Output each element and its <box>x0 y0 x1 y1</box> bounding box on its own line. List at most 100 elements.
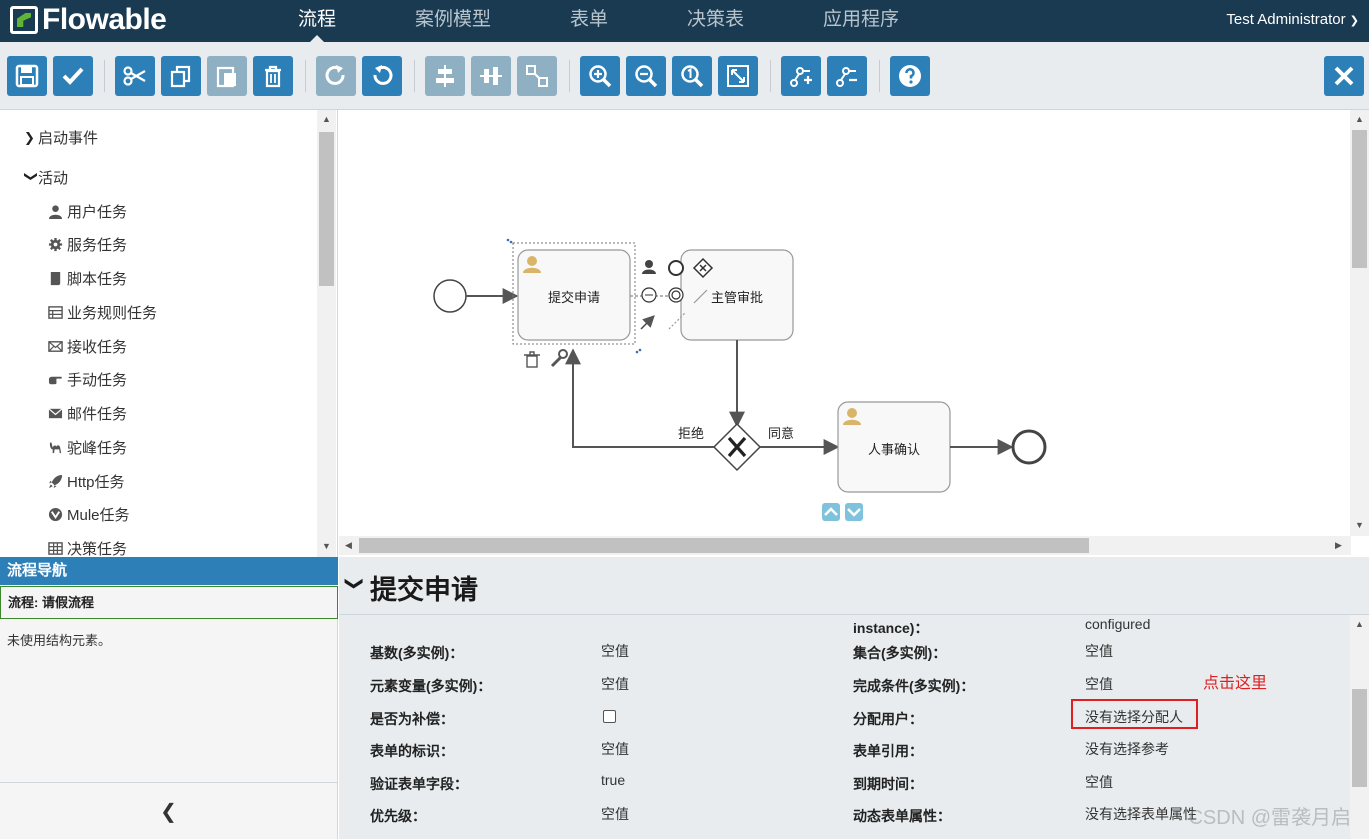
close-editor-button[interactable] <box>1324 56 1364 96</box>
nav-tab-case-model[interactable]: 案例模型 <box>415 0 491 42</box>
exclusive-gateway[interactable] <box>712 422 762 472</box>
property-label: 集合(多实例)： <box>853 645 947 661</box>
palette-item-receive-task[interactable]: 接收任务 <box>46 336 127 357</box>
palette-group-start-events[interactable]: ❯ 启动事件 <box>24 127 98 148</box>
palette-item-http-task[interactable]: Http任务 <box>46 471 125 492</box>
cut-button[interactable] <box>115 56 155 96</box>
compensation-checkbox[interactable] <box>603 710 616 723</box>
collapse-panel-button[interactable]: ❮ <box>0 782 338 839</box>
help-button[interactable] <box>890 56 930 96</box>
shape-palette: ❯ 启动事件 ❯ 活动 用户任务 服务任务 脚本任务 业务规则任务 接收任务 手… <box>0 110 338 557</box>
canvas-vertical-scrollbar[interactable]: ▲ ▼ <box>1350 110 1369 536</box>
scrollbar-thumb[interactable] <box>1352 689 1367 787</box>
task-hr-label: 人事确认 <box>867 442 920 457</box>
user-menu[interactable]: Test Administrator ❯ <box>1226 0 1359 42</box>
scroll-down-icon[interactable]: ▼ <box>1350 516 1369 534</box>
canvas-horizontal-scrollbar[interactable]: ◀ ▶ <box>339 536 1351 555</box>
nav-tab-process[interactable]: 流程 <box>298 0 336 42</box>
scrollbar-thumb[interactable] <box>319 132 334 286</box>
toolbar-divider <box>414 60 415 92</box>
zoom-in-button[interactable] <box>580 56 620 96</box>
undo-button[interactable] <box>362 56 402 96</box>
scroll-right-icon[interactable]: ▶ <box>1329 536 1348 554</box>
paste-button[interactable] <box>207 56 247 96</box>
chevron-down-icon[interactable]: ❯ <box>344 576 365 591</box>
property-value[interactable]: 空值 <box>601 804 629 824</box>
align-horizontal-button[interactable] <box>425 56 465 96</box>
property-value[interactable]: 空值 <box>1085 674 1113 694</box>
palette-item-mule-task[interactable]: Mule任务 <box>46 504 130 525</box>
property-value[interactable]: 空值 <box>1085 641 1113 661</box>
palette-item-user-task[interactable]: 用户任务 <box>46 201 127 222</box>
redo-button[interactable] <box>316 56 356 96</box>
add-user-task-icon[interactable] <box>642 260 656 274</box>
palette-group-activities[interactable]: ❯ 活动 <box>24 167 68 188</box>
property-value[interactable]: true <box>601 772 625 788</box>
scroll-up-icon[interactable]: ▲ <box>1350 110 1369 128</box>
zoom-fit-icon <box>727 65 749 87</box>
align-vertical-button[interactable] <box>471 56 511 96</box>
property-label: 动态表单属性： <box>853 808 951 824</box>
save-button[interactable] <box>7 56 47 96</box>
align-horizontal-icon <box>436 65 454 87</box>
palette-item-label: 接收任务 <box>67 339 128 356</box>
palette-item-script-task[interactable]: 脚本任务 <box>46 268 127 289</box>
click-here-annotation: 点击这里 <box>1203 675 1268 692</box>
scroll-up-icon[interactable]: ▲ <box>1350 615 1369 633</box>
nav-tab-decision-tables[interactable]: 决策表 <box>687 0 744 42</box>
add-end-event-icon[interactable] <box>668 260 684 276</box>
scroll-down-icon[interactable]: ▼ <box>317 537 336 555</box>
properties-scrollbar[interactable]: ▲ <box>1350 615 1369 839</box>
wrench-icon[interactable] <box>550 349 568 368</box>
palette-item-decision-task[interactable]: 决策任务 <box>46 538 127 557</box>
palette-item-business-rule-task[interactable]: 业务规则任务 <box>46 302 157 323</box>
navigator-process-row[interactable]: 流程: 请假流程 <box>0 586 338 619</box>
zoom-actual-button[interactable] <box>672 56 712 96</box>
properties-header[interactable]: ❯ 提交申请 <box>339 557 1369 615</box>
scrollbar-thumb[interactable] <box>359 538 1089 553</box>
add-intermediate-event-icon[interactable] <box>641 287 657 303</box>
add-bendpoint-button[interactable] <box>781 56 821 96</box>
validate-button[interactable] <box>53 56 93 96</box>
scroll-up-icon[interactable]: ▲ <box>317 110 336 128</box>
palette-item-camel-task[interactable]: 驼峰任务 <box>46 437 127 458</box>
navigator-note: 未使用结构元素。 <box>7 633 112 648</box>
nav-tab-apps[interactable]: 应用程序 <box>823 0 899 42</box>
delete-button[interactable] <box>253 56 293 96</box>
zoom-actual-icon <box>681 65 704 88</box>
diagram-canvas[interactable]: 提交申请 主管审批 人事确认 拒绝 同意 <box>339 110 1369 557</box>
flowable-logo[interactable]: Flowable <box>10 3 167 36</box>
move-buttons[interactable] <box>822 503 863 521</box>
start-event[interactable] <box>433 279 467 313</box>
remove-bendpoint-button[interactable] <box>827 56 867 96</box>
zoom-out-button[interactable] <box>626 56 666 96</box>
palette-item-mail-task[interactable]: 邮件任务 <box>46 403 127 424</box>
connect-flow-icon[interactable] <box>640 315 655 330</box>
delete-icon[interactable] <box>524 351 540 368</box>
nav-tab-forms[interactable]: 表单 <box>570 0 608 42</box>
property-value[interactable]: 空值 <box>601 641 629 661</box>
scroll-left-icon[interactable]: ◀ <box>339 536 358 554</box>
property-value[interactable]: 空值 <box>601 674 629 694</box>
redo-icon <box>325 65 345 85</box>
palette-group-label: 活动 <box>38 170 69 187</box>
property-value[interactable]: configured <box>1085 616 1150 632</box>
palette-item-manual-task[interactable]: 手动任务 <box>46 369 127 390</box>
properties-title: 提交申请 <box>370 575 478 605</box>
scrollbar-thumb[interactable] <box>1352 130 1367 268</box>
property-value[interactable]: 空值 <box>1085 772 1113 792</box>
property-value[interactable]: 没有选择参考 <box>1085 739 1169 759</box>
same-size-button[interactable] <box>517 56 557 96</box>
property-label: 到期时间： <box>853 776 923 792</box>
property-value[interactable]: 空值 <box>601 739 629 759</box>
top-navbar: Flowable 流程 案例模型 表单 决策表 应用程序 Test Admini… <box>0 0 1369 42</box>
toolbar-divider <box>569 60 570 92</box>
palette-scrollbar[interactable]: ▲ ▼ <box>317 110 336 557</box>
property-value[interactable]: 没有选择表单属性 <box>1085 804 1197 824</box>
zoom-fit-button[interactable] <box>718 56 758 96</box>
chevron-down-icon: ❯ <box>24 170 39 182</box>
end-event[interactable] <box>1011 429 1047 465</box>
copy-button[interactable] <box>161 56 201 96</box>
palette-item-service-task[interactable]: 服务任务 <box>46 234 127 255</box>
logo-text: Flowable <box>42 3 167 36</box>
